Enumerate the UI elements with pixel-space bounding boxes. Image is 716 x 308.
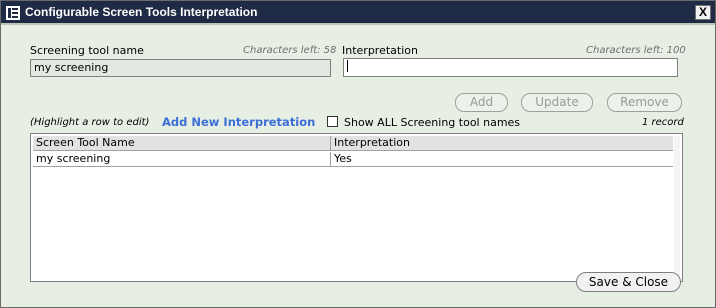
add-button[interactable]: Add [455, 93, 508, 112]
record-count: 1 record [642, 117, 684, 128]
configurable-screen-tools-window: Configurable Screen Tools Interpretation… [0, 0, 716, 308]
interpretation-label: Interpretation [342, 44, 418, 57]
form-body: Screening tool name Characters left: 58 … [2, 27, 714, 306]
close-button[interactable]: X [695, 5, 711, 20]
save-close-button[interactable]: Save & Close [576, 272, 681, 292]
screening-tool-name-field[interactable]: my screening [30, 59, 331, 77]
table-row[interactable]: my screening Yes [33, 152, 673, 167]
update-button[interactable]: Update [521, 93, 593, 112]
interpretation-chars-left: Characters left: 100 [586, 45, 686, 56]
show-all-label: Show ALL Screening tool names [344, 116, 521, 129]
grid-scrollbar[interactable] [674, 136, 680, 278]
cell-interpretation[interactable]: Yes [331, 152, 673, 166]
remove-button[interactable]: Remove [607, 93, 682, 112]
screening-tool-chars-left: Characters left: 58 [243, 45, 337, 56]
interpretation-field[interactable] [343, 58, 678, 77]
screening-tool-label: Screening tool name [30, 44, 144, 57]
cell-screen-tool-name[interactable]: my screening [33, 152, 331, 166]
text-caret [347, 60, 348, 72]
column-header-screen-tool-name[interactable]: Screen Tool Name [33, 136, 331, 150]
show-all-checkbox[interactable] [327, 116, 338, 127]
interpretations-grid: Screen Tool Name Interpretation my scree… [30, 133, 683, 282]
highlight-row-hint: (Highlight a row to edit) [30, 117, 150, 128]
add-new-interpretation-link[interactable]: Add New Interpretation [162, 115, 315, 129]
column-header-interpretation[interactable]: Interpretation [331, 136, 673, 150]
form-icon [6, 6, 20, 20]
title-bar: Configurable Screen Tools Interpretation… [1, 1, 715, 25]
window-title: Configurable Screen Tools Interpretation [25, 5, 258, 19]
grid-header: Screen Tool Name Interpretation [33, 136, 673, 151]
